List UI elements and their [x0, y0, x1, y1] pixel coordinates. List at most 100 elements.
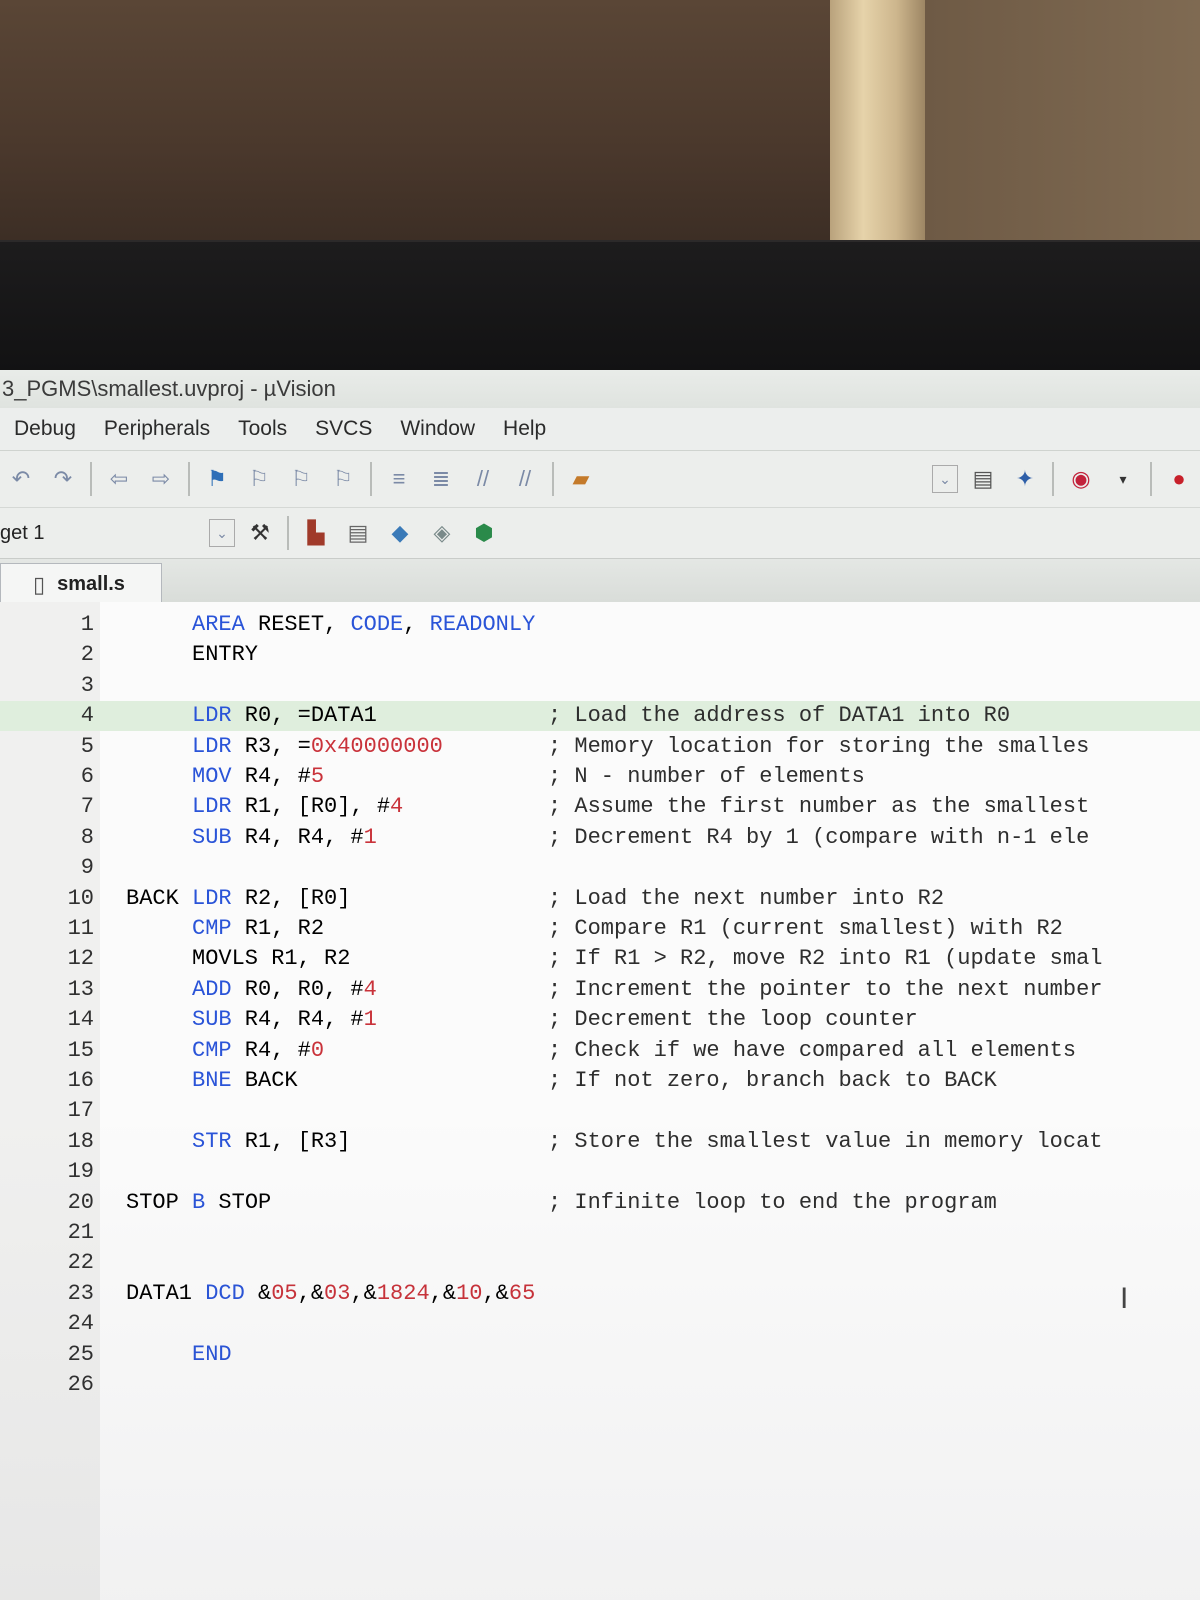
code-line[interactable]: 2 ENTRY: [0, 640, 1200, 670]
code-line[interactable]: 22: [0, 1248, 1200, 1278]
code-editor[interactable]: 1 AREA RESET, CODE, READONLY 2 ENTRY 3 4 LDR R…: [0, 602, 1200, 1600]
bookmark-prev-icon[interactable]: ⚐: [242, 464, 276, 494]
code-text: LDR R3, =0x40000000: [192, 733, 443, 759]
comment-icon[interactable]: //: [466, 464, 500, 494]
line-number: 21: [67, 1220, 94, 1245]
toolbar-separator: [287, 516, 289, 550]
main-toolbar: ↶ ↷ ⇦ ⇨ ⚑ ⚐ ⚐ ⚐ ≡ ≣ // // ▰ ⌄ ▤ ✦ ◉ ▾ ●: [0, 451, 1200, 508]
line-number: 10: [67, 885, 94, 911]
code-text: BNE BACK: [192, 1068, 298, 1093]
code-line[interactable]: 4 LDR R0, =DATA1 ; Load the address of DAT…: [0, 701, 1200, 732]
undo-icon[interactable]: ↶: [4, 464, 38, 494]
line-number: 23: [67, 1280, 94, 1306]
manage-components-icon[interactable]: ▤: [341, 518, 375, 548]
text-cursor-icon: I: [1120, 1282, 1129, 1315]
redo-icon[interactable]: ↷: [46, 464, 80, 494]
bookmark-next-icon[interactable]: ⚐: [284, 464, 318, 494]
line-number: 4: [80, 703, 94, 729]
bookmark-clear-icon[interactable]: ⚐: [326, 464, 360, 494]
debug-dropdown-icon[interactable]: ▾: [1106, 464, 1140, 494]
tab-small-s[interactable]: ▯ small.s: [0, 563, 162, 605]
line-number: 1: [80, 612, 94, 637]
target-select[interactable]: get 1: [0, 522, 205, 545]
pack-installer-icon[interactable]: ◈: [425, 518, 459, 548]
line-number: 12: [67, 946, 94, 972]
navigate-back-icon[interactable]: ⇦: [102, 464, 136, 494]
code-line[interactable]: 12 MOVLS R1, R2 ; If R1 > R2, move R2 into…: [0, 944, 1200, 974]
code-text: MOV R4, #5: [192, 764, 325, 789]
code-comment: ; Decrement R4 by 1 (compare with n-1 el…: [548, 824, 1090, 850]
line-number: 18: [67, 1128, 94, 1154]
code-line[interactable]: 3: [0, 671, 1200, 701]
code-line[interactable]: 14 SUB R4, R4, #1 ; Decrement the loop cou…: [0, 1005, 1200, 1035]
code-line[interactable]: 6 MOV R4, #5 ; N - number of elements: [0, 762, 1200, 792]
code-comment: ; Memory location for storing the smalle…: [548, 733, 1090, 759]
code-line[interactable]: 23 DATA1 DCD &05,&03,&1824,&10,&65: [0, 1279, 1200, 1309]
target-dropdown-icon[interactable]: ⌄: [209, 519, 235, 547]
bookmark-insert-icon[interactable]: ⚑: [200, 464, 234, 494]
code-line[interactable]: 15 CMP R4, #0 ; Check if we have compared …: [0, 1036, 1200, 1066]
navigate-forward-icon[interactable]: ⇨: [144, 464, 178, 494]
menu-svcs[interactable]: SVCS: [301, 417, 386, 441]
dropdown-arrow-icon[interactable]: ⌄: [932, 465, 958, 493]
breakpoint-icon[interactable]: ●: [1162, 464, 1196, 494]
code-line[interactable]: 21: [0, 1218, 1200, 1248]
code-text: STR R1, [R3]: [192, 1128, 351, 1154]
code-line[interactable]: 1 AREA RESET, CODE, READONLY: [0, 610, 1200, 640]
select-software-packs-icon[interactable]: ◆: [383, 518, 417, 548]
code-text: LDR R1, [R0], #4: [192, 794, 404, 820]
code-comment: ; Infinite loop to end the program: [548, 1189, 997, 1215]
code-comment: ; Load the address of DATA1 into R0: [548, 703, 1011, 729]
menu-help[interactable]: Help: [489, 417, 560, 441]
toolbar-separator: [552, 462, 554, 496]
target-options-icon[interactable]: ⚒: [243, 518, 277, 548]
line-number: 15: [67, 1037, 94, 1063]
uncomment-icon[interactable]: //: [508, 464, 542, 494]
code-line[interactable]: 13 ADD R0, R0, #4 ; Increment the pointer …: [0, 975, 1200, 1005]
code-comment: ; Compare R1 (current smallest) with R2: [548, 916, 1063, 941]
code-text: BACK LDR R2, [R0]: [126, 885, 351, 911]
code-line[interactable]: 25 END: [0, 1340, 1200, 1370]
unindent-icon[interactable]: ≣: [424, 464, 458, 494]
line-number: 13: [67, 976, 94, 1002]
code-line[interactable]: 18 STR R1, [R3] ; Store the smallest value…: [0, 1127, 1200, 1157]
line-number: 19: [67, 1159, 94, 1185]
code-line[interactable]: 26: [0, 1370, 1200, 1400]
toolbar-separator: [188, 462, 190, 496]
run-time-environment-icon[interactable]: ⬢: [467, 518, 501, 548]
code-text: ADD R0, R0, #4: [192, 976, 377, 1002]
line-number: 25: [67, 1341, 94, 1367]
incremental-find-icon[interactable]: ✦: [1008, 464, 1042, 494]
code-line[interactable]: 17: [0, 1096, 1200, 1126]
code-line[interactable]: 5 LDR R3, =0x40000000 ; Memory location fo…: [0, 732, 1200, 762]
menu-window[interactable]: Window: [386, 417, 489, 441]
code-line[interactable]: 8 SUB R4, R4, #1 ; Decrement R4 by 1 (comp…: [0, 823, 1200, 853]
code-line[interactable]: 24: [0, 1309, 1200, 1339]
code-line[interactable]: 10 BACK LDR R2, [R0] ; Load the next numbe…: [0, 884, 1200, 914]
menu-tools[interactable]: Tools: [224, 417, 301, 441]
file-icon: ▯: [33, 571, 46, 597]
code-line[interactable]: 19: [0, 1157, 1200, 1187]
code-line[interactable]: 7 LDR R1, [R0], #4 ; Assume the first numb…: [0, 792, 1200, 822]
code-comment: ; Check if we have compared all elements: [548, 1037, 1077, 1063]
code-text: SUB R4, R4, #1: [192, 1007, 377, 1033]
code-text: END: [192, 1341, 232, 1367]
line-number: 14: [67, 1007, 94, 1033]
find-in-files-icon[interactable]: ▰: [564, 464, 598, 494]
code-text: CMP R4, #0: [192, 1037, 325, 1063]
menu-peripherals[interactable]: Peripherals: [90, 417, 224, 441]
code-line[interactable]: 20 STOP B STOP ; Infinite loop to end the …: [0, 1188, 1200, 1218]
menu-debug[interactable]: Debug: [0, 417, 90, 441]
window-title: 3_PGMS\smallest.uvproj - µVision: [2, 376, 336, 401]
line-number: 6: [80, 764, 94, 789]
code-line[interactable]: 11 CMP R1, R2 ; Compare R1 (current smalle…: [0, 914, 1200, 944]
find-icon[interactable]: ▤: [966, 464, 1000, 494]
line-number: 17: [67, 1098, 94, 1124]
window-titlebar: 3_PGMS\smallest.uvproj - µVision: [0, 370, 1200, 408]
file-extensions-icon[interactable]: ▙: [299, 518, 333, 548]
indent-icon[interactable]: ≡: [382, 464, 416, 494]
code-line[interactable]: 16 BNE BACK ; If not zero, branch back to …: [0, 1066, 1200, 1096]
debug-session-icon[interactable]: ◉: [1064, 464, 1098, 494]
code-comment: ; If not zero, branch back to BACK: [548, 1068, 997, 1093]
code-line[interactable]: 9: [0, 853, 1200, 883]
